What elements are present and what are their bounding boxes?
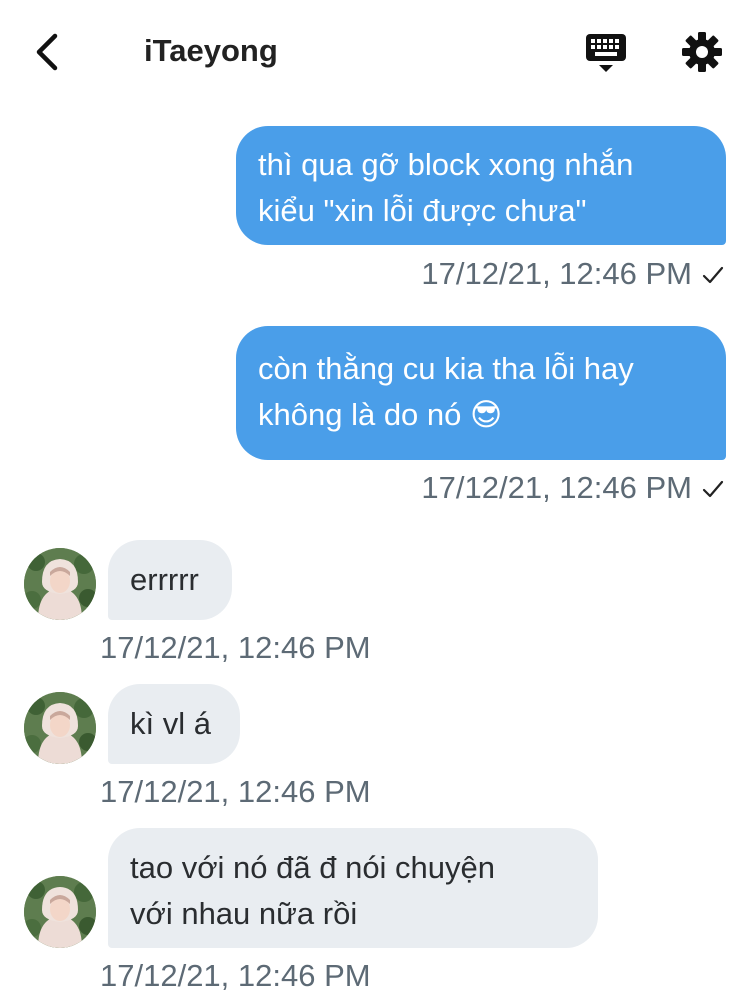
- gear-icon: [682, 32, 722, 72]
- back-button[interactable]: [26, 30, 66, 74]
- avatar[interactable]: [24, 876, 96, 948]
- dm-conversation-screen: iTaeyong thì qua gỡ block xong nhắn kiểu…: [0, 0, 750, 1000]
- check-icon: [702, 266, 724, 284]
- avatar-image: [24, 548, 96, 620]
- timestamp-text: 17/12/21, 12:46 PM: [421, 470, 692, 505]
- timestamp-text: 17/12/21, 12:46 PM: [421, 256, 692, 291]
- message-timestamp: 17/12/21, 12:46 PM: [100, 958, 371, 993]
- message-bubble-outgoing[interactable]: thì qua gỡ block xong nhắn kiểu "xin lỗi…: [236, 126, 726, 245]
- avatar[interactable]: [24, 692, 96, 764]
- avatar[interactable]: [24, 548, 96, 620]
- message-timestamp: 17/12/21, 12:46 PM: [421, 254, 724, 294]
- message-timestamp: 17/12/21, 12:46 PM: [100, 774, 371, 809]
- conversation-title[interactable]: iTaeyong: [144, 28, 278, 74]
- check-icon: [702, 480, 724, 498]
- message-bubble-incoming[interactable]: kì vl á: [108, 684, 240, 764]
- avatar-image: [24, 876, 96, 948]
- message-bubble-outgoing[interactable]: còn thằng cu kia tha lỗi hay không là do…: [236, 326, 726, 460]
- avatar-image: [24, 692, 96, 764]
- settings-button[interactable]: [678, 28, 726, 76]
- message-timestamp: 17/12/21, 12:46 PM: [100, 630, 371, 665]
- keyboard-icon: [586, 34, 626, 72]
- message-bubble-incoming[interactable]: tao với nó đã đ nói chuyện với nhau nữa …: [108, 828, 598, 948]
- chevron-left-icon: [36, 33, 58, 71]
- message-timestamp: 17/12/21, 12:46 PM: [421, 468, 724, 508]
- message-bubble-incoming[interactable]: errrrr: [108, 540, 232, 620]
- keyboard-button[interactable]: [582, 28, 630, 76]
